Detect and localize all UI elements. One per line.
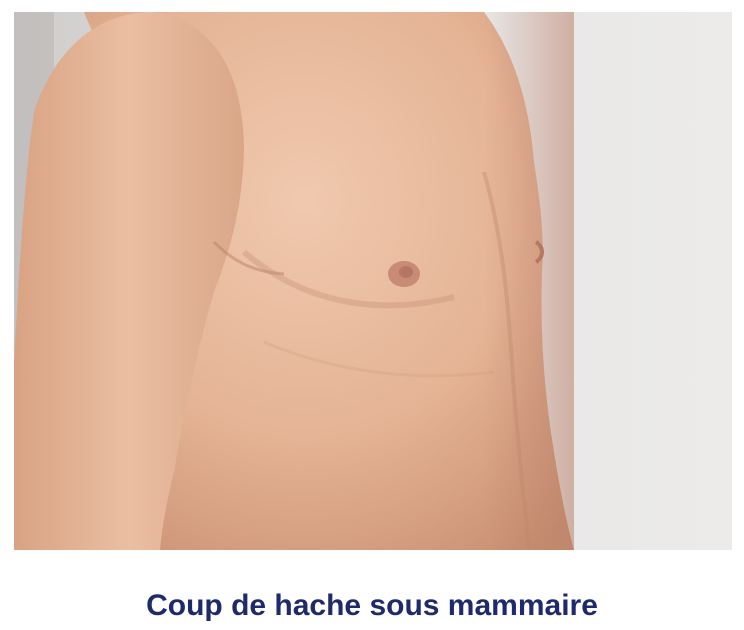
torso-illustration — [14, 12, 732, 550]
photo-caption: Coup de hache sous mammaire — [146, 589, 598, 622]
nipple-center — [399, 266, 413, 278]
torso-photo — [14, 12, 732, 550]
side-shadow — [484, 12, 574, 550]
